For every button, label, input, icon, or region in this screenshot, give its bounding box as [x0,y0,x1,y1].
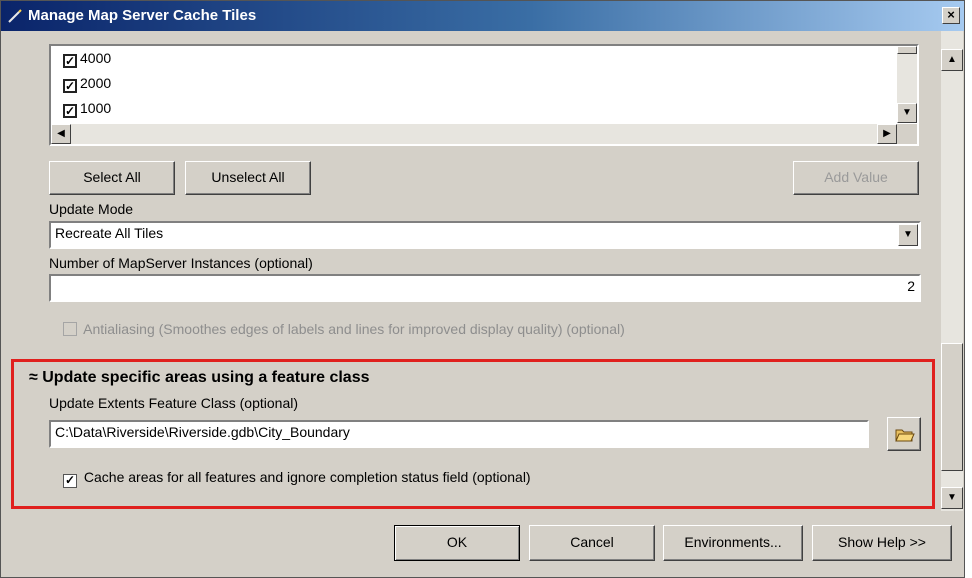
extents-value: C:\Data\Riverside\Riverside.gdb\City_Bou… [55,424,350,440]
instances-label: Number of MapServer Instances (optional) [49,255,313,271]
dialog-vertical-scrollbar[interactable]: ▲ ▼ [941,31,963,511]
extents-input[interactable]: C:\Data\Riverside\Riverside.gdb\City_Bou… [49,420,869,448]
scroll-thumb[interactable] [941,343,963,471]
cache-all-label: Cache areas for all features and ignore … [83,469,531,485]
scrollbar-corner [897,124,917,144]
antialiasing-option: Antialiasing (Smoothes edges of labels a… [63,321,625,337]
dialog-footer: OK Cancel Environments... Show Help >> [1,521,964,578]
list-item[interactable]: ✓ 2000 [63,75,111,93]
title-bar[interactable]: Manage Map Server Cache Tiles × [1,1,964,31]
show-help-button[interactable]: Show Help >> [812,525,952,561]
window-title: Manage Map Server Cache Tiles [28,7,257,24]
dialog-window: Manage Map Server Cache Tiles × ▲ ▼ ✓ 400… [0,0,965,578]
extents-label: Update Extents Feature Class (optional) [49,395,299,411]
checkbox-checked-icon[interactable]: ✓ [63,104,77,118]
checkbox-checked-icon[interactable]: ✓ [63,54,77,68]
arrow-right-icon: ▶ [883,128,891,139]
open-folder-icon [895,429,915,442]
close-button[interactable]: × [942,7,960,24]
arrow-left-icon: ◀ [57,128,65,139]
list-scroll-right-button[interactable]: ▶ [877,124,897,144]
antialiasing-label: Antialiasing (Smoothes edges of labels a… [83,321,625,337]
checkbox-checked-icon[interactable]: ✓ [63,474,77,488]
cancel-button[interactable]: Cancel [529,525,655,561]
list-scroll-left-button[interactable]: ◀ [51,124,71,144]
dropdown-button[interactable]: ▼ [898,224,918,246]
list-scroll-down-button[interactable]: ▼ [897,103,917,123]
section-title: Update specific areas using a feature cl… [42,369,370,386]
arrow-down-icon: ▼ [947,492,957,503]
list-scroll-thumb[interactable] [897,46,917,54]
scale-label: 1000 [80,100,112,116]
instances-input[interactable]: 2 [49,274,921,302]
update-mode-value: Recreate All Tiles [55,225,164,241]
list-vertical-scrollbar[interactable]: ▼ [897,46,917,123]
scroll-up-button[interactable]: ▲ [941,49,963,71]
environments-button[interactable]: Environments... [663,525,803,561]
section-header[interactable]: ≈ Update specific areas using a feature … [29,369,370,387]
list-item[interactable]: ✓ 1000 [63,100,111,118]
instances-value: 2 [907,278,915,294]
collapse-chevrons-icon[interactable]: ≈ [29,369,38,386]
checkbox-unchecked-icon [63,322,77,336]
list-horizontal-scrollbar[interactable]: ◀ ▶ [51,124,897,144]
select-all-button[interactable]: Select All [49,161,175,195]
scale-label: 2000 [80,75,112,91]
browse-button[interactable] [887,417,921,451]
cache-all-option[interactable]: ✓ Cache areas for all features and ignor… [63,469,531,488]
chevron-down-icon: ▼ [903,229,913,240]
scroll-down-button[interactable]: ▼ [941,487,963,509]
update-mode-select[interactable]: Recreate All Tiles ▼ [49,221,921,249]
ok-button[interactable]: OK [394,525,520,561]
scale-label: 4000 [80,50,112,66]
arrow-up-icon: ▲ [947,54,957,65]
checkbox-checked-icon[interactable]: ✓ [63,79,77,93]
list-item[interactable]: ✓ 4000 [63,50,111,68]
wand-icon [8,9,22,23]
add-value-button[interactable]: Add Value [793,161,919,195]
unselect-all-button[interactable]: Unselect All [185,161,311,195]
update-mode-label: Update Mode [49,201,134,217]
arrow-down-icon: ▼ [902,107,912,118]
scales-list[interactable]: ✓ 4000 ✓ 2000 ✓ 1000 ▼ ◀ ▶ [49,44,919,146]
